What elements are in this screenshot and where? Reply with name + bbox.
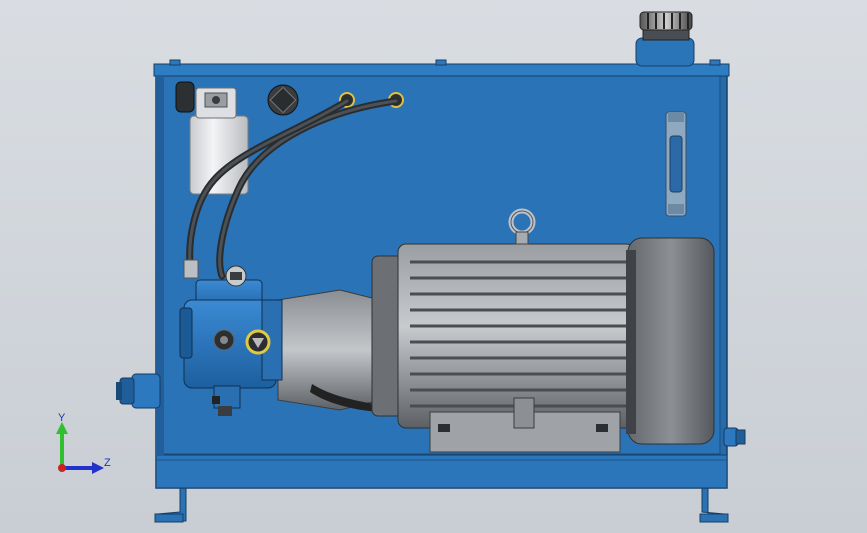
tank-feet <box>154 486 729 523</box>
graphics-viewport[interactable]: Y Z <box>0 0 867 533</box>
motor-flange <box>277 289 381 412</box>
right-side-port <box>723 427 746 447</box>
z-axis-label: Z <box>104 457 111 469</box>
left-side-port <box>116 373 161 409</box>
hydraulic-power-unit-model[interactable] <box>0 0 867 533</box>
filler-plug <box>267 84 299 116</box>
z-axis-arrowhead <box>92 462 104 474</box>
electric-motor <box>371 208 715 453</box>
coordinate-triad: Y Z <box>56 412 111 474</box>
oil-level-gauge <box>665 111 687 217</box>
y-axis-label: Y <box>58 412 66 424</box>
x-axis-origin <box>58 464 66 472</box>
breather-cap <box>635 11 695 67</box>
